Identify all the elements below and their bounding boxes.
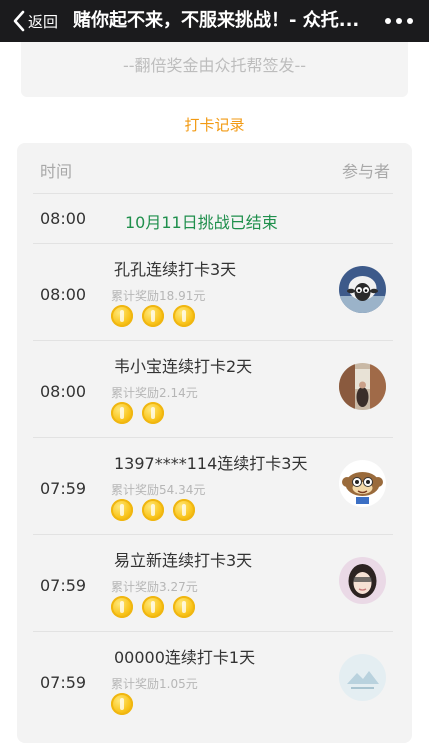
checkin-records-table: 时间 参与者 08:00 10月11日挑战已结束 08:00 孔孔连续打卡3天 …: [17, 143, 412, 743]
checkin-records-link[interactable]: 打卡记录: [0, 114, 429, 135]
row-time: 08:00: [40, 209, 87, 228]
gold-coin-icon: [111, 693, 133, 715]
row-time: 07:59: [40, 479, 87, 498]
mountain-logo-avatar[interactable]: [339, 654, 386, 701]
coin-list: [111, 693, 142, 717]
gold-coin-icon: [173, 596, 195, 618]
gold-coin-icon: [142, 499, 164, 521]
chevron-left-icon: [13, 10, 25, 32]
cartoon-monkey-avatar[interactable]: [339, 460, 386, 507]
row-headline: 易立新连续打卡3天: [114, 551, 253, 570]
coin-list: [111, 596, 204, 620]
table-row: 08:00 韦小宝连续打卡2天 累计奖励2.14元: [33, 340, 393, 438]
gold-coin-icon: [173, 499, 195, 521]
more-dots-icon[interactable]: [385, 10, 413, 32]
table-row: 08:00 孔孔连续打卡3天 累计奖励18.91元: [33, 243, 393, 341]
bonus-info-card: --翻倍奖金由众托帮签发--: [21, 42, 408, 97]
row-headline: 孔孔连续打卡3天: [114, 260, 237, 279]
table-row: 07:59 00000连续打卡1天 累计奖励1.05元: [33, 631, 393, 729]
challenge-ended-row: 08:00 10月11日挑战已结束: [33, 193, 393, 244]
coin-list: [111, 499, 204, 523]
challenge-ended-text: 10月11日挑战已结束: [125, 213, 278, 232]
gold-coin-icon: [173, 305, 195, 327]
gold-coin-icon: [142, 305, 164, 327]
row-time: 08:00: [40, 382, 87, 401]
row-reward: 累计奖励18.91元: [111, 289, 206, 303]
top-nav-bar: 返回 赌你起不来，不服来挑战！- 众托...: [0, 0, 429, 42]
back-label: 返回: [28, 12, 59, 31]
gold-coin-icon: [111, 499, 133, 521]
gold-coin-icon: [142, 402, 164, 424]
bonus-note: --翻倍奖金由众托帮签发--: [122, 56, 307, 75]
row-headline: 韦小宝连续打卡2天: [114, 357, 253, 376]
back-button[interactable]: 返回: [0, 0, 58, 42]
table-header: 时间 参与者: [17, 143, 412, 193]
row-reward: 累计奖励1.05元: [111, 677, 198, 691]
row-headline: 1397****114连续打卡3天: [114, 454, 308, 473]
girl-photo-avatar[interactable]: [339, 557, 386, 604]
row-reward: 累计奖励2.14元: [111, 386, 198, 400]
row-reward: 累计奖励3.27元: [111, 580, 198, 594]
gold-coin-icon: [142, 596, 164, 618]
column-header-time: 时间: [40, 162, 73, 181]
table-row: 07:59 1397****114连续打卡3天 累计奖励54.34元: [33, 437, 393, 535]
gold-coin-icon: [111, 305, 133, 327]
coin-list: [111, 305, 204, 329]
gold-coin-icon: [111, 402, 133, 424]
street-photo-avatar[interactable]: [339, 363, 386, 410]
row-time: 07:59: [40, 576, 87, 595]
table-row: 07:59 易立新连续打卡3天 累计奖励3.27元: [33, 534, 393, 632]
row-time: 07:59: [40, 673, 87, 692]
sheep-avatar[interactable]: [339, 266, 386, 313]
gold-coin-icon: [111, 596, 133, 618]
row-reward: 累计奖励54.34元: [111, 483, 206, 497]
page-title: 赌你起不来，不服来挑战！- 众托...: [73, 10, 360, 31]
coin-list: [111, 402, 173, 426]
column-header-participant: 参与者: [341, 162, 390, 181]
row-time: 08:00: [40, 285, 87, 304]
row-headline: 00000连续打卡1天: [114, 648, 256, 667]
